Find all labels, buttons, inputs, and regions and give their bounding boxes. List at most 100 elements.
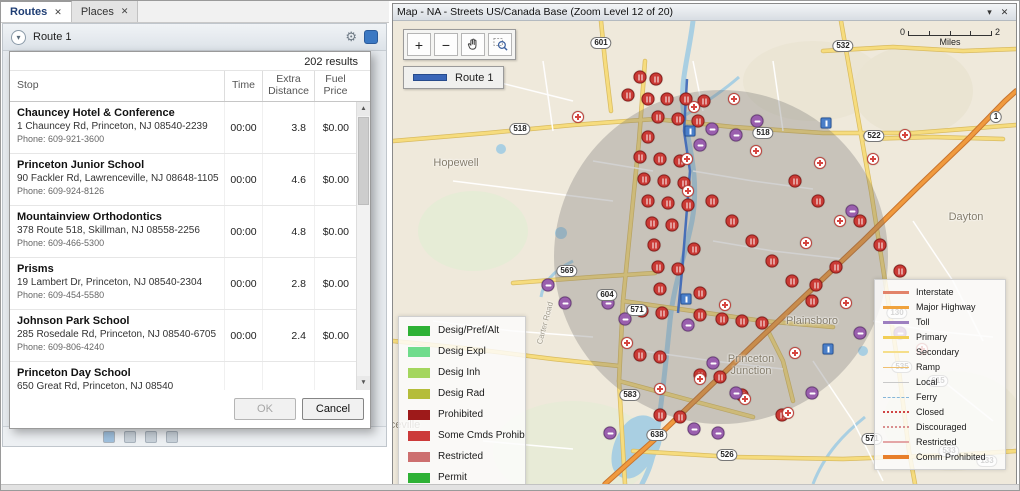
table-row[interactable]: Princeton Day School650 Great Rd, Prince… <box>10 362 356 390</box>
restaurant-marker[interactable] <box>634 151 647 164</box>
purple-poi-marker[interactable] <box>730 387 743 400</box>
info-marker[interactable] <box>823 344 834 355</box>
restaurant-marker[interactable] <box>658 175 671 188</box>
pan-tool-button[interactable] <box>461 33 485 56</box>
restaurant-marker[interactable] <box>672 263 685 276</box>
purple-poi-marker[interactable] <box>682 319 695 332</box>
column-header-fuel-price[interactable]: Fuel Price <box>314 71 356 101</box>
restaurant-marker[interactable] <box>716 313 729 326</box>
restaurant-marker[interactable] <box>766 255 779 268</box>
restaurant-marker[interactable] <box>810 279 823 292</box>
medical-marker[interactable] <box>834 215 846 227</box>
restaurant-marker[interactable] <box>622 89 635 102</box>
restaurant-marker[interactable] <box>666 219 679 232</box>
purple-poi-marker[interactable] <box>694 139 707 152</box>
restaurant-marker[interactable] <box>674 411 687 424</box>
medical-marker[interactable] <box>840 297 852 309</box>
medical-marker[interactable] <box>681 153 693 165</box>
column-header-time[interactable]: Time <box>224 71 262 101</box>
column-header-stop[interactable]: Stop <box>10 71 224 101</box>
restaurant-marker[interactable] <box>652 261 665 274</box>
medical-marker[interactable] <box>789 347 801 359</box>
restaurant-marker[interactable] <box>688 243 701 256</box>
ok-button[interactable]: OK <box>234 398 296 420</box>
purple-poi-marker[interactable] <box>706 123 719 136</box>
restaurant-marker[interactable] <box>654 409 667 422</box>
medical-marker[interactable] <box>688 101 700 113</box>
medical-marker[interactable] <box>750 145 762 157</box>
purple-poi-marker[interactable] <box>846 205 859 218</box>
restaurant-marker[interactable] <box>786 275 799 288</box>
scroll-up-button[interactable]: ▲ <box>357 102 370 116</box>
restaurant-marker[interactable] <box>806 295 819 308</box>
restaurant-marker[interactable] <box>638 173 651 186</box>
restaurant-marker[interactable] <box>694 287 707 300</box>
restaurant-marker[interactable] <box>874 239 887 252</box>
restaurant-marker[interactable] <box>634 349 647 362</box>
restaurant-marker[interactable] <box>642 195 655 208</box>
restaurant-marker[interactable] <box>789 175 802 188</box>
table-row[interactable]: Mountainview Orthodontics378 Route 518, … <box>10 206 356 258</box>
restaurant-marker[interactable] <box>648 239 661 252</box>
medical-marker[interactable] <box>654 383 666 395</box>
restaurant-marker[interactable] <box>652 111 665 124</box>
purple-poi-marker[interactable] <box>707 357 720 370</box>
purple-poi-marker[interactable] <box>559 297 572 310</box>
medical-marker[interactable] <box>782 407 794 419</box>
close-icon[interactable]: ✕ <box>54 7 62 18</box>
restaurant-marker[interactable] <box>736 315 749 328</box>
collapse-icon[interactable]: ▾ <box>11 30 26 45</box>
panel-footer-icon[interactable] <box>166 431 178 443</box>
restaurant-marker[interactable] <box>642 131 655 144</box>
purple-poi-marker[interactable] <box>542 279 555 292</box>
column-header-extra-distance[interactable]: Extra Distance <box>262 71 314 101</box>
restaurant-marker[interactable] <box>894 265 907 278</box>
medical-marker[interactable] <box>800 237 812 249</box>
table-row[interactable]: Princeton Junior School90 Fackler Rd, La… <box>10 154 356 206</box>
restaurant-marker[interactable] <box>830 261 843 274</box>
medical-marker[interactable] <box>572 111 584 123</box>
tab-places[interactable]: Places ✕ <box>72 1 139 22</box>
scroll-down-button[interactable]: ▼ <box>357 376 370 390</box>
close-icon[interactable]: ✕ <box>121 6 129 17</box>
restaurant-marker[interactable] <box>650 73 663 86</box>
restaurant-marker[interactable] <box>756 317 769 330</box>
info-marker[interactable] <box>685 126 696 137</box>
cancel-button[interactable]: Cancel <box>302 398 364 420</box>
close-icon[interactable]: ✕ <box>997 7 1012 18</box>
restaurant-marker[interactable] <box>714 371 727 384</box>
medical-marker[interactable] <box>719 299 731 311</box>
purple-poi-marker[interactable] <box>751 115 764 128</box>
table-row[interactable]: Johnson Park School285 Rosedale Rd, Prin… <box>10 310 356 362</box>
restaurant-marker[interactable] <box>646 217 659 230</box>
zoom-in-button[interactable]: + <box>407 33 431 56</box>
medical-marker[interactable] <box>728 93 740 105</box>
purple-poi-marker[interactable] <box>712 427 725 440</box>
zoom-select-button[interactable] <box>488 33 512 56</box>
purple-poi-marker[interactable] <box>854 327 867 340</box>
panel-footer-icon[interactable] <box>145 431 157 443</box>
scrollbar[interactable]: ▲ ▼ <box>356 102 370 390</box>
restaurant-marker[interactable] <box>634 71 647 84</box>
panel-footer-icon[interactable] <box>124 431 136 443</box>
table-row[interactable]: Chauncey Hotel & Conference1 Chauncey Rd… <box>10 102 356 154</box>
restaurant-marker[interactable] <box>726 215 739 228</box>
purple-poi-marker[interactable] <box>806 387 819 400</box>
restaurant-marker[interactable] <box>642 93 655 106</box>
restaurant-marker[interactable] <box>654 153 667 166</box>
purple-poi-marker[interactable] <box>730 129 743 142</box>
restaurant-marker[interactable] <box>672 113 685 126</box>
info-marker[interactable] <box>681 294 692 305</box>
medical-marker[interactable] <box>867 153 879 165</box>
restaurant-marker[interactable] <box>656 307 669 320</box>
zoom-out-button[interactable]: − <box>434 33 458 56</box>
restaurant-marker[interactable] <box>706 195 719 208</box>
restaurant-marker[interactable] <box>654 351 667 364</box>
info-marker[interactable] <box>821 118 832 129</box>
medical-marker[interactable] <box>814 157 826 169</box>
restaurant-marker[interactable] <box>661 93 674 106</box>
tab-routes[interactable]: Routes ✕ <box>1 1 72 22</box>
medical-marker[interactable] <box>694 373 706 385</box>
route-legend-chip[interactable]: Route 1 <box>403 66 504 89</box>
restaurant-marker[interactable] <box>812 195 825 208</box>
